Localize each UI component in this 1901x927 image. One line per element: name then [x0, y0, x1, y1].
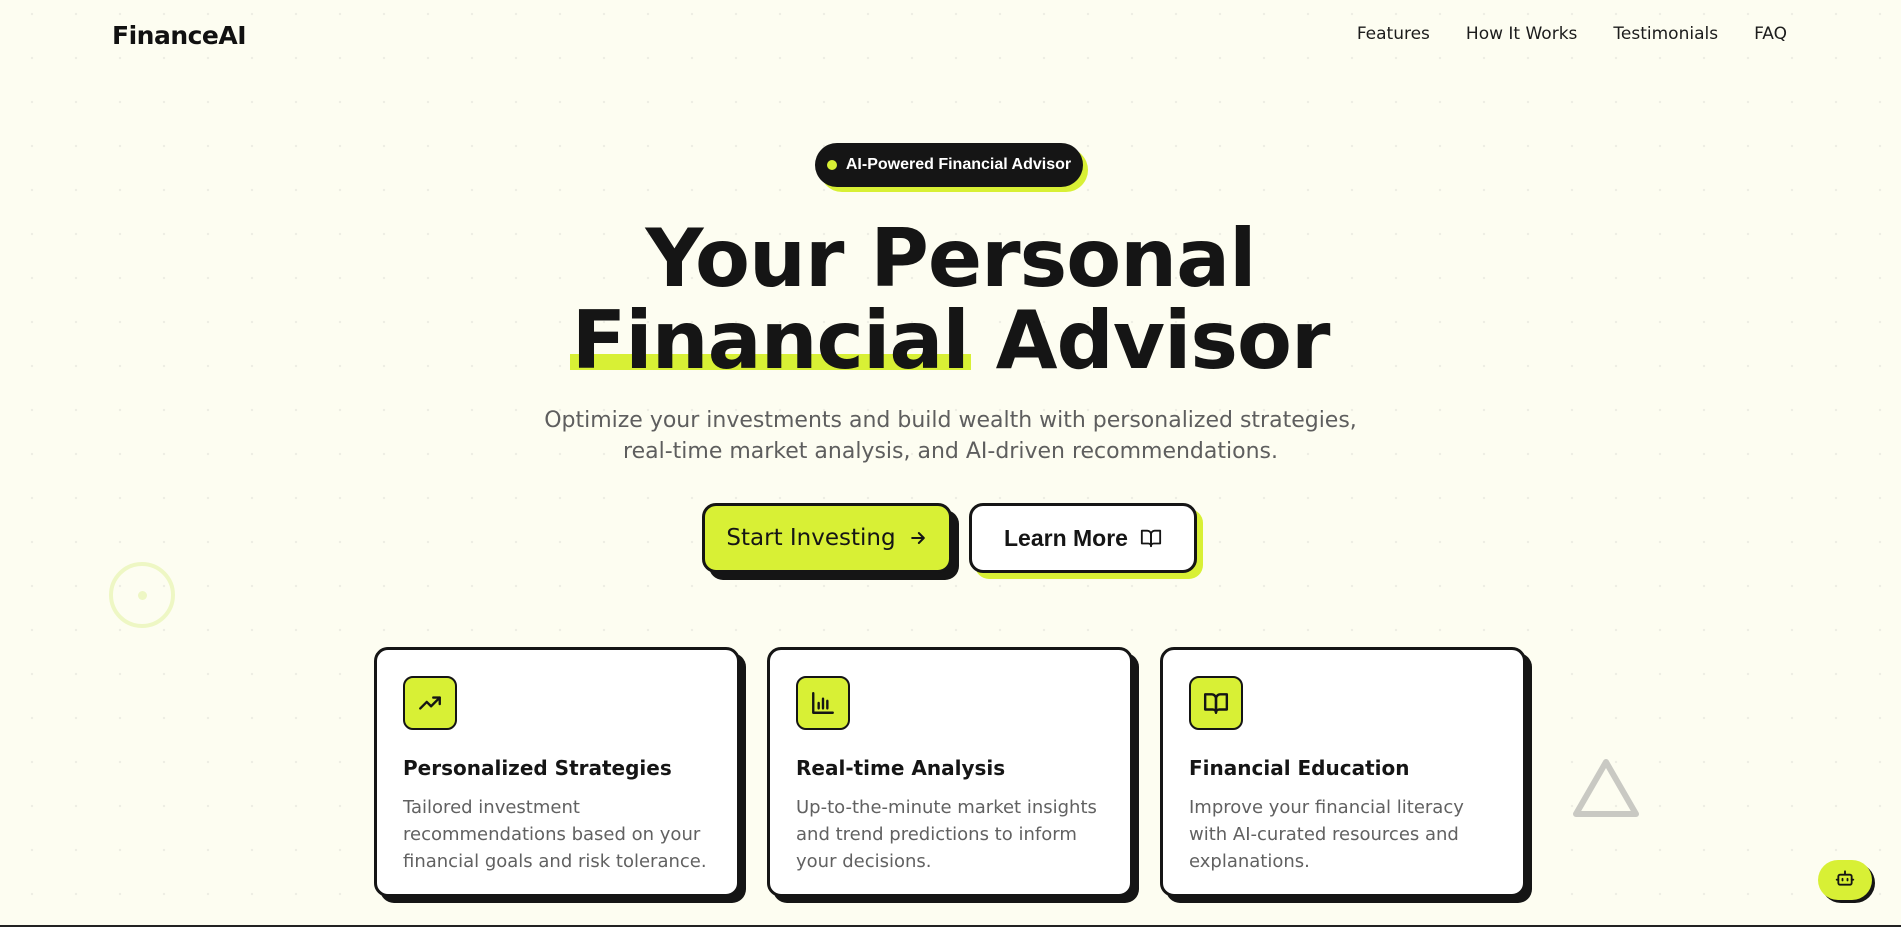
hero-subtitle-line1: Optimize your investments and build weal…: [544, 408, 1357, 433]
hero-title-line2: Financial Advisor: [0, 300, 1901, 382]
hero-subtitle-line2: real-time market analysis, and AI-driven…: [623, 439, 1278, 464]
nav-link-testimonials[interactable]: Testimonials: [1613, 24, 1718, 44]
book-open-icon: [1140, 527, 1162, 549]
start-investing-button[interactable]: Start Investing: [702, 503, 952, 573]
feature-description: Up-to-the-minute market insights and tre…: [796, 797, 1097, 872]
nav-link-faq[interactable]: FAQ: [1754, 24, 1787, 44]
bot-icon: [1835, 868, 1855, 893]
nav-link-features[interactable]: Features: [1357, 24, 1430, 44]
feature-description: Improve your financial literacy with AI-…: [1189, 797, 1464, 872]
decorative-triangle-icon: [1573, 759, 1639, 817]
hero-title: Your Personal Financial Advisor: [0, 218, 1901, 382]
nav-link-how-it-works[interactable]: How It Works: [1466, 24, 1577, 44]
hero-title-line1: Your Personal: [645, 212, 1256, 305]
feature-title: Real-time Analysis: [796, 756, 1006, 780]
feature-title: Personalized Strategies: [403, 756, 672, 780]
logo[interactable]: FinanceAI: [112, 21, 247, 50]
feature-card-personalized-strategies: Personalized Strategies Tailored investm…: [374, 647, 740, 897]
arrow-right-icon: [908, 528, 928, 548]
hero-badge: AI-Powered Financial Advisor: [815, 143, 1088, 192]
start-investing-label: Start Investing: [726, 525, 896, 551]
nav-links: Features How It Works Testimonials FAQ: [1357, 24, 1787, 44]
feature-card-financial-education: Financial Education Improve your financi…: [1160, 647, 1526, 897]
badge-label: AI-Powered Financial Advisor: [845, 156, 1072, 173]
learn-more-label: Learn More: [1004, 524, 1128, 551]
decorative-circle: [109, 562, 175, 628]
badge-pill: AI-Powered Financial Advisor: [815, 143, 1083, 187]
chat-bot-button[interactable]: [1818, 860, 1872, 900]
top-nav: FinanceAI Features How It Works Testimon…: [0, 0, 1901, 72]
book-open-icon: [1189, 676, 1243, 730]
feature-card-real-time-analysis: Real-time Analysis Up-to-the-minute mark…: [767, 647, 1133, 897]
learn-more-button[interactable]: Learn More: [969, 503, 1197, 573]
status-dot-icon: [826, 160, 837, 170]
bar-chart-icon: [796, 676, 850, 730]
trending-up-icon: [403, 676, 457, 730]
hero-title-highlight: Financial: [569, 294, 972, 387]
feature-title: Financial Education: [1189, 756, 1410, 780]
feature-description: Tailored investment recommendations base…: [403, 797, 707, 872]
hero-title-rest: Advisor: [995, 294, 1331, 387]
hero-subtitle: Optimize your investments and build weal…: [0, 405, 1901, 467]
